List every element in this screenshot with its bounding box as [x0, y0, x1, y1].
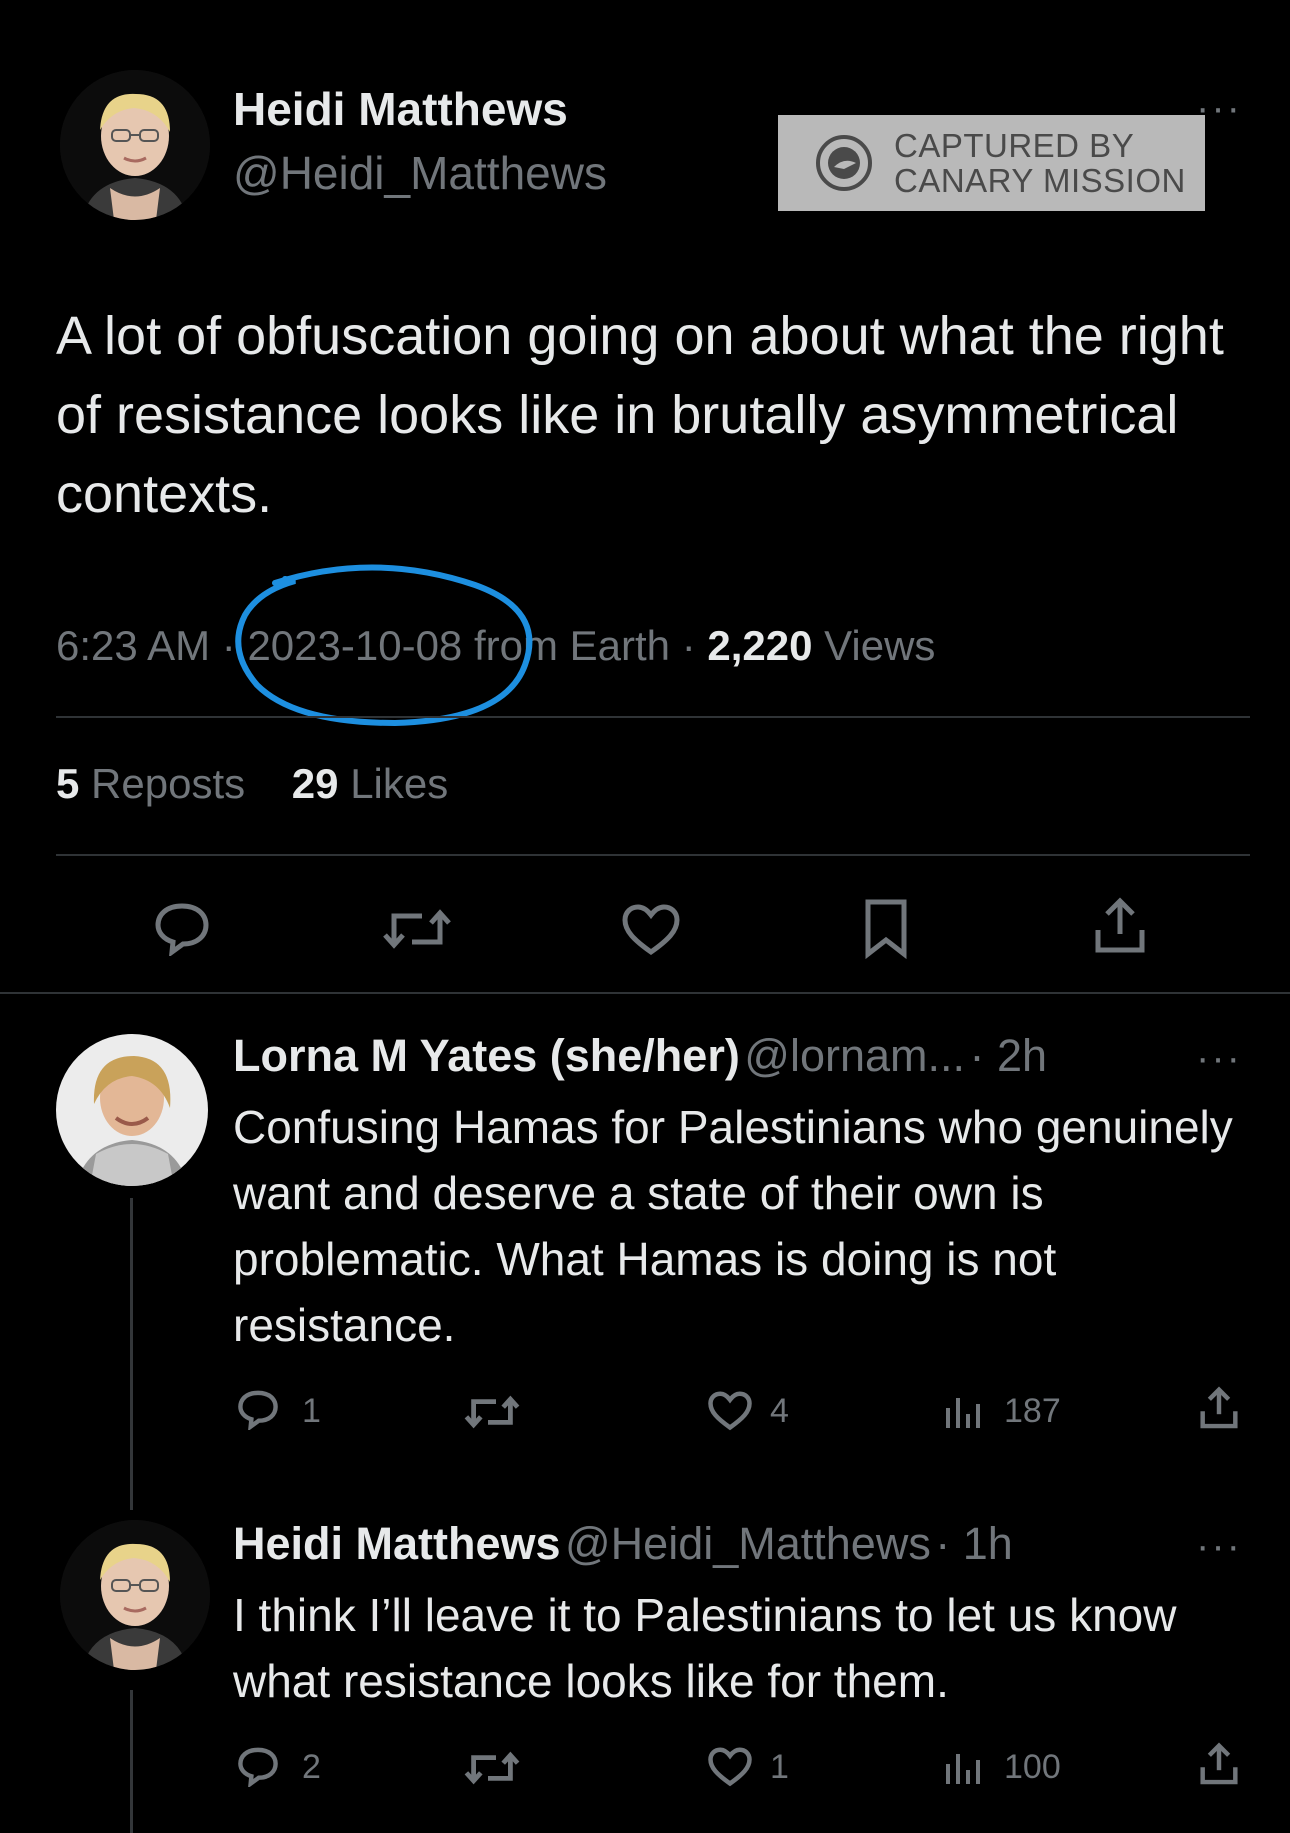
reply1-author-name[interactable]: Lorna M Yates (she/her): [233, 1030, 740, 1081]
thread-line: [130, 1690, 133, 1833]
reply2-reply-icon[interactable]: [236, 1745, 280, 1787]
reply1-header: Lorna M Yates (she/her) @lornam... · 2h: [233, 1030, 1047, 1082]
reply2-views-icon[interactable]: [944, 1750, 984, 1786]
reply-icon[interactable]: [152, 900, 212, 956]
reply2-reply-count: 2: [302, 1748, 321, 1786]
reply1-repost-icon[interactable]: [464, 1392, 520, 1432]
annotation-circle: [235, 564, 533, 727]
reply1-share-icon[interactable]: [1196, 1386, 1242, 1432]
reply1-text: Confusing Hamas for Palestinians who gen…: [233, 1101, 1233, 1351]
reply2-view-count: 100: [1004, 1748, 1061, 1786]
main-author-avatar[interactable]: [60, 70, 210, 220]
like-icon[interactable]: [620, 902, 682, 958]
reply2-more-icon[interactable]: ···: [1196, 1524, 1242, 1569]
reply2-author-name[interactable]: Heidi Matthews: [233, 1518, 561, 1569]
reply2-repost-icon[interactable]: [464, 1748, 520, 1788]
reply2-time[interactable]: · 1h: [935, 1518, 1013, 1569]
divider: [0, 992, 1290, 994]
reply2-header: Heidi Matthews @Heidi_Matthews · 1h: [233, 1518, 1013, 1570]
capture-watermark: CAPTURED BY CANARY MISSION: [778, 115, 1205, 211]
engagement-stats: 5 Reposts 29 Likes: [56, 760, 448, 808]
reply1-time[interactable]: · 2h: [969, 1030, 1047, 1081]
reply2-author-avatar[interactable]: [60, 1520, 210, 1670]
reply1-reply-icon[interactable]: [236, 1388, 280, 1430]
likes-label[interactable]: Likes: [350, 760, 448, 807]
main-author-handle[interactable]: @Heidi_Matthews: [233, 146, 607, 200]
canary-mission-logo-icon: [816, 135, 872, 191]
share-icon[interactable]: [1090, 896, 1150, 958]
reply1-views-icon[interactable]: [944, 1394, 984, 1430]
likes-count[interactable]: 29: [292, 760, 339, 807]
meta-separator: ·: [681, 622, 696, 669]
main-tweet-text: A lot of obfuscation going on about what…: [56, 306, 1224, 524]
main-author-name[interactable]: Heidi Matthews: [233, 82, 568, 136]
repost-icon[interactable]: [382, 904, 452, 954]
reposts-count[interactable]: 5: [56, 760, 79, 807]
reply2-like-icon[interactable]: [706, 1746, 754, 1788]
watermark-line1: CAPTURED BY: [894, 127, 1135, 164]
reply1-reply-count: 1: [302, 1392, 321, 1430]
reply1-like-count: 4: [770, 1392, 789, 1430]
reply2-text: I think I’ll leave it to Palestinians to…: [233, 1589, 1177, 1707]
reply1-like-icon[interactable]: [706, 1390, 754, 1432]
reply1-more-icon[interactable]: ···: [1196, 1036, 1242, 1081]
divider: [56, 854, 1250, 856]
bookmark-icon[interactable]: [860, 898, 912, 960]
reply1-author-handle[interactable]: @lornam...: [744, 1030, 965, 1081]
tweet-time[interactable]: 6:23 AM: [56, 622, 210, 669]
reply2-author-handle[interactable]: @Heidi_Matthews: [565, 1518, 931, 1569]
reply1-view-count: 187: [1004, 1392, 1061, 1430]
divider: [56, 716, 1250, 718]
reply1-author-avatar[interactable]: [56, 1034, 208, 1186]
reply2-like-count: 1: [770, 1748, 789, 1786]
watermark-line2: CANARY MISSION: [894, 162, 1186, 199]
reply2-share-icon[interactable]: [1196, 1742, 1242, 1788]
reposts-label[interactable]: Reposts: [91, 760, 245, 807]
views-label: Views: [824, 622, 936, 669]
views-count: 2,220: [707, 622, 813, 669]
thread-line: [130, 1198, 133, 1510]
